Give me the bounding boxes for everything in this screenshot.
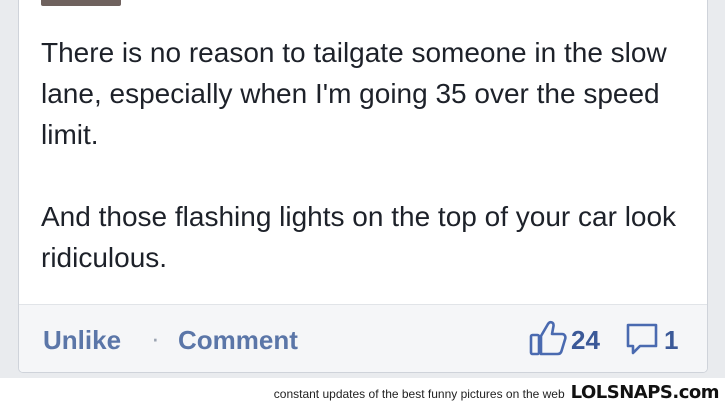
post-meta-fragment: · · · · ·: [131, 0, 351, 1]
likes-stat[interactable]: 24: [529, 320, 600, 361]
thumbs-up-icon: [529, 320, 567, 361]
watermark: constant updates of the best funny pictu…: [273, 382, 720, 412]
action-separator: ·: [151, 323, 160, 353]
likes-count: 24: [571, 324, 600, 355]
post-paragraph: There is no reason to tailgate someone i…: [41, 37, 667, 150]
comment-button[interactable]: Comment: [178, 325, 298, 355]
watermark-brand[interactable]: LOLSNAPS.com: [571, 382, 720, 403]
post-text: There is no reason to tailgate someone i…: [41, 32, 681, 278]
speech-bubble-icon: [624, 320, 660, 361]
post-paragraph: And those flashing lights on the top of …: [41, 201, 677, 273]
profile-avatar[interactable]: [41, 0, 121, 6]
comments-stat[interactable]: 1: [624, 321, 678, 359]
unlike-button[interactable]: Unlike: [43, 325, 121, 355]
post-card: · · · · · There is no reason to tailgate…: [18, 0, 708, 373]
comments-count: 1: [664, 324, 679, 355]
post-footer: Unlike · Comment 24 1: [19, 304, 707, 372]
watermark-tagline: constant updates of the best funny pictu…: [273, 387, 565, 401]
